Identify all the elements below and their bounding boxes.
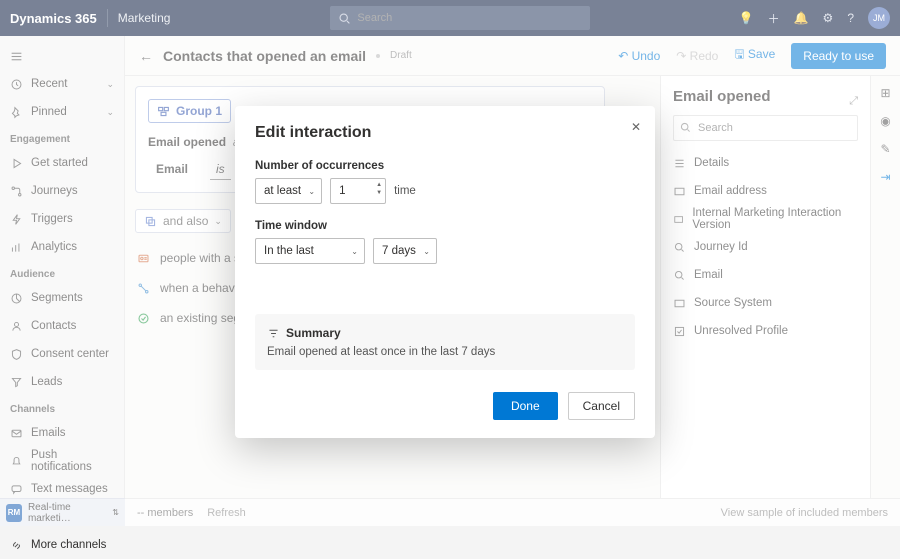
timewindow-value-select[interactable]: 7 days⌄	[373, 238, 437, 264]
filter-icon	[267, 327, 280, 340]
chevron-down-icon: ⌄	[308, 187, 315, 196]
sidebar-item-more[interactable]: More channels	[0, 531, 124, 559]
timewindow-row: In the last⌄ 7 days⌄	[255, 238, 635, 264]
chevron-down-icon: ⌄	[351, 247, 358, 256]
occurrences-unit: time	[394, 185, 416, 197]
modal-title: Edit interaction	[255, 124, 635, 142]
spinner-icon[interactable]: ▲▼	[376, 181, 382, 197]
link-icon	[10, 539, 23, 552]
occurrences-operator-select[interactable]: at least⌄	[255, 178, 322, 204]
occurrences-count-input[interactable]: 1▲▼	[330, 178, 386, 204]
occurrences-row: at least⌄ 1▲▼ time	[255, 178, 635, 204]
close-icon[interactable]: ✕	[631, 120, 641, 134]
chevron-down-icon: ⌄	[423, 247, 430, 256]
edit-interaction-modal: ✕ Edit interaction Number of occurrences…	[235, 106, 655, 438]
occurrences-label: Number of occurrences	[255, 160, 635, 172]
cancel-button[interactable]: Cancel	[568, 392, 635, 420]
timewindow-label: Time window	[255, 220, 635, 232]
summary-heading: Summary	[267, 326, 623, 340]
summary-text: Email opened at least once in the last 7…	[267, 346, 623, 358]
done-button[interactable]: Done	[493, 392, 558, 420]
modal-actions: Done Cancel	[255, 392, 635, 420]
timewindow-operator-select[interactable]: In the last⌄	[255, 238, 365, 264]
summary-box: Summary Email opened at least once in th…	[255, 314, 635, 370]
